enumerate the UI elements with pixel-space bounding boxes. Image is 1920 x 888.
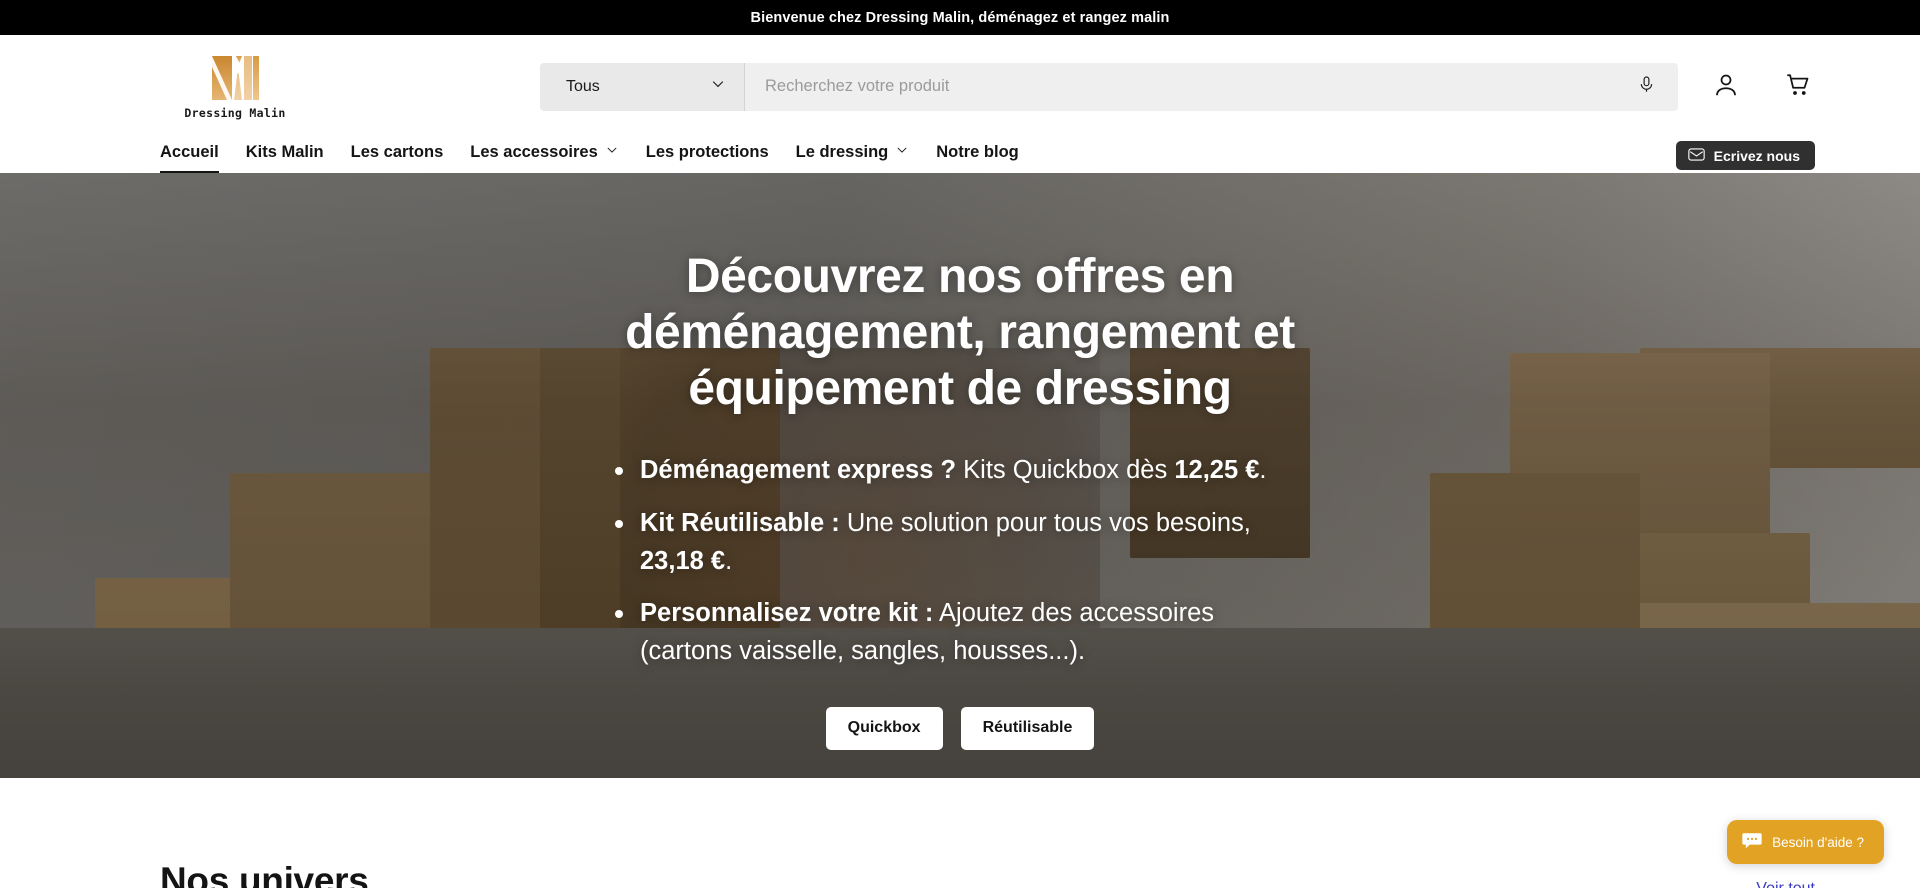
dressing-malin-logo-icon: [208, 54, 262, 102]
hero-title: Découvrez nos offres en déménagement, ra…: [625, 250, 1295, 416]
microphone-icon[interactable]: [1637, 75, 1656, 99]
hero-bullet-item: Déménagement express ? Kits Quickbox dès…: [610, 451, 1310, 489]
nav-label: Notre blog: [936, 143, 1019, 161]
brand-logo-link[interactable]: Dressing Malin: [160, 54, 310, 120]
chat-widget-label: Besoin d'aide ?: [1772, 834, 1864, 850]
contact-write-us-button[interactable]: Ecrivez nous: [1675, 141, 1815, 170]
chevron-down-icon: [605, 143, 619, 162]
search-input[interactable]: [765, 77, 1637, 96]
search-field: [745, 62, 1678, 111]
hero-bullet-item: Personnalisez votre kit : Ajoutez des ac…: [610, 594, 1310, 671]
announcement-bar: Bienvenue chez Dressing Malin, déménagez…: [0, 0, 1920, 35]
nav-label: Les accessoires: [470, 143, 598, 161]
hero-cta-group: Quickbox Réutilisable: [825, 706, 1095, 750]
nav-item-les-protections[interactable]: Les protections: [646, 143, 769, 173]
nav-item-accueil[interactable]: Accueil: [160, 143, 219, 173]
brand-name: Dressing Malin: [184, 105, 286, 120]
see-all-link[interactable]: Voir tout: [1756, 880, 1815, 888]
hero-banner: Découvrez nos offres en déménagement, ra…: [0, 173, 1920, 778]
nav-item-notre-blog[interactable]: Notre blog: [936, 143, 1019, 173]
hero-bullet-tail: .: [725, 546, 733, 575]
chat-bubble-icon: [1741, 831, 1763, 854]
hero-bullet-item: Kit Réutilisable : Une solution pour tou…: [610, 504, 1310, 581]
section-title: Nos univers: [160, 860, 369, 888]
envelope-icon: [1687, 147, 1705, 164]
hero-bullet-text: Une solution pour tous vos besoins,: [839, 508, 1251, 537]
user-account-icon: [1711, 70, 1741, 103]
hero-button-quickbox[interactable]: Quickbox: [825, 706, 943, 750]
announcement-text: Bienvenue chez Dressing Malin, déménagez…: [750, 9, 1170, 26]
chevron-down-icon: [710, 76, 726, 97]
main-navigation: Accueil Kits Malin Les cartons Les acces…: [0, 138, 1920, 173]
hero-button-reutilisable[interactable]: Réutilisable: [960, 706, 1095, 750]
nav-item-kits-malin[interactable]: Kits Malin: [246, 143, 324, 173]
cart-button[interactable]: [1781, 70, 1815, 104]
nav-links: Accueil Kits Malin Les cartons Les acces…: [160, 138, 1019, 173]
universe-section: Nos univers Voir tout: [0, 778, 1920, 888]
hero-bullet-strong: Personnalisez votre kit :: [640, 599, 934, 628]
hero-bullet-strong: Kit Réutilisable :: [640, 508, 840, 537]
nav-item-les-accessoires[interactable]: Les accessoires: [470, 143, 619, 173]
chevron-down-icon: [895, 143, 909, 162]
hero-bullet-strong: Déménagement express ?: [640, 456, 957, 485]
nav-label: Kits Malin: [245, 143, 324, 161]
contact-button-label: Ecrivez nous: [1713, 147, 1800, 164]
nav-label: Le dressing: [795, 143, 889, 161]
hero-bullet-price: 23,18 €: [640, 546, 726, 575]
site-header: Dressing Malin Tous: [0, 35, 1920, 138]
chat-help-widget[interactable]: Besoin d'aide ?: [1727, 820, 1884, 864]
hero-bullet-list: Déménagement express ? Kits Quickbox dès…: [610, 451, 1310, 684]
nav-label: Les protections: [645, 143, 769, 161]
nav-item-les-cartons[interactable]: Les cartons: [351, 143, 444, 173]
hero-bullet-price: 12,25 €: [1174, 456, 1260, 485]
nav-item-le-dressing[interactable]: Le dressing: [796, 143, 910, 173]
header-actions: [1709, 70, 1815, 104]
account-button[interactable]: [1709, 70, 1743, 104]
hero-bullet-tail: .: [1259, 456, 1267, 485]
search-scope-select[interactable]: Tous: [540, 62, 745, 111]
search-bar: Tous: [540, 62, 1678, 111]
shopping-cart-icon: [1783, 70, 1813, 103]
hero-bullet-text: Kits Quickbox dès: [956, 456, 1175, 485]
search-scope-label: Tous: [566, 77, 600, 95]
nav-label: Accueil: [160, 143, 219, 161]
nav-label: Les cartons: [350, 143, 444, 161]
